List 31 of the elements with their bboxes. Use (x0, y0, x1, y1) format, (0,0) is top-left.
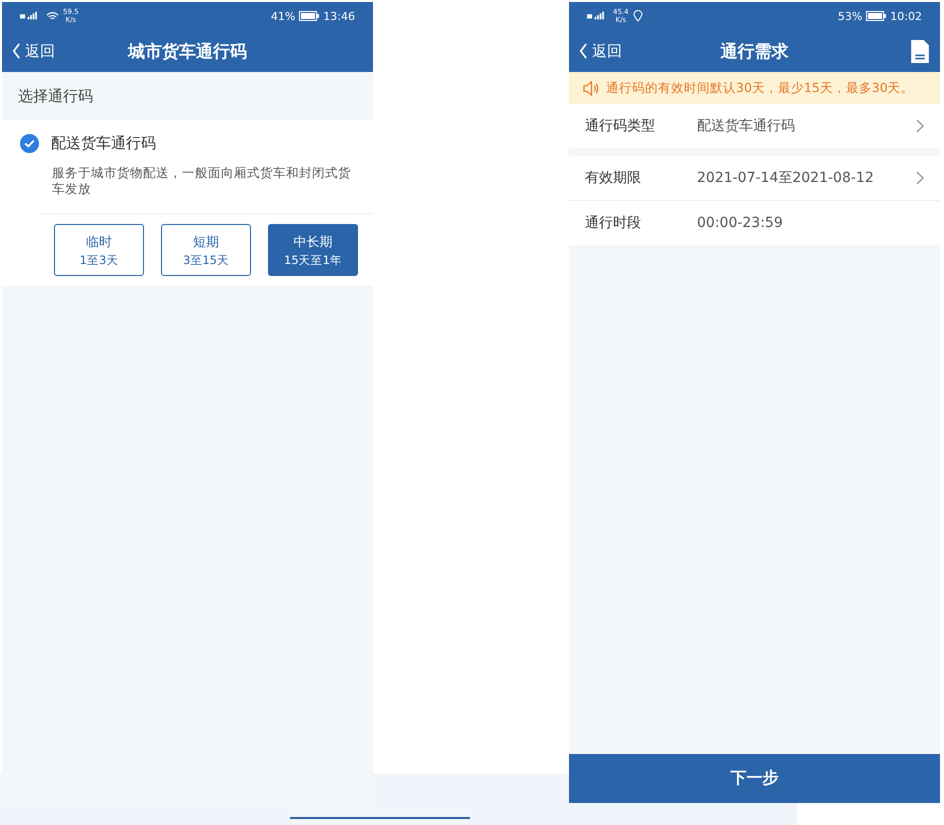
battery-percent: 41% (270, 10, 296, 22)
status-time: 10:02 (890, 10, 922, 22)
section-title: 选择通行码 (17, 86, 94, 106)
screen-title: 城市货车通行码 (128, 40, 247, 62)
chevron-right-icon[interactable] (916, 119, 924, 133)
field-value: 配送货车通行码 (697, 117, 796, 135)
battery-icon (866, 11, 886, 21)
back-icon (12, 43, 21, 59)
battery-percent: 53% (838, 10, 862, 22)
field-value: 2021-07-14至2021-08-12 (697, 169, 875, 187)
back-icon (579, 43, 588, 59)
chevron-right-icon[interactable] (916, 171, 924, 185)
field-label: 有效期限 (585, 169, 642, 187)
speaker-icon (583, 80, 600, 96)
document-icon[interactable] (909, 38, 930, 64)
back-button[interactable]: 返回 (579, 42, 622, 60)
duration-option[interactable]: 中长期 15天至1年 (268, 224, 358, 276)
battery-icon (299, 11, 320, 21)
screen-title: 通行需求 (720, 40, 788, 62)
option-description: 服务于城市货物配送，一般面向厢式货车和封闭式货车发放 (38, 153, 373, 214)
field-value: 00:00-23:59 (697, 215, 784, 231)
duration-option[interactable]: 短期 3至15天 (161, 224, 251, 276)
duration-option[interactable]: 临时 1至3天 (54, 224, 144, 276)
field-label: 通行时段 (585, 214, 642, 232)
status-time: 13:46 (323, 10, 355, 22)
checkbox[interactable] (20, 134, 39, 153)
next-button[interactable]: 下一步 (569, 754, 940, 803)
notice-text: 通行码的有效时间默认30天，最少15天，最多30天。 (606, 80, 914, 96)
option-label: 配送货车通行码 (51, 134, 156, 153)
back-button[interactable]: 返回 (12, 42, 55, 60)
field-label: 通行码类型 (585, 117, 656, 135)
